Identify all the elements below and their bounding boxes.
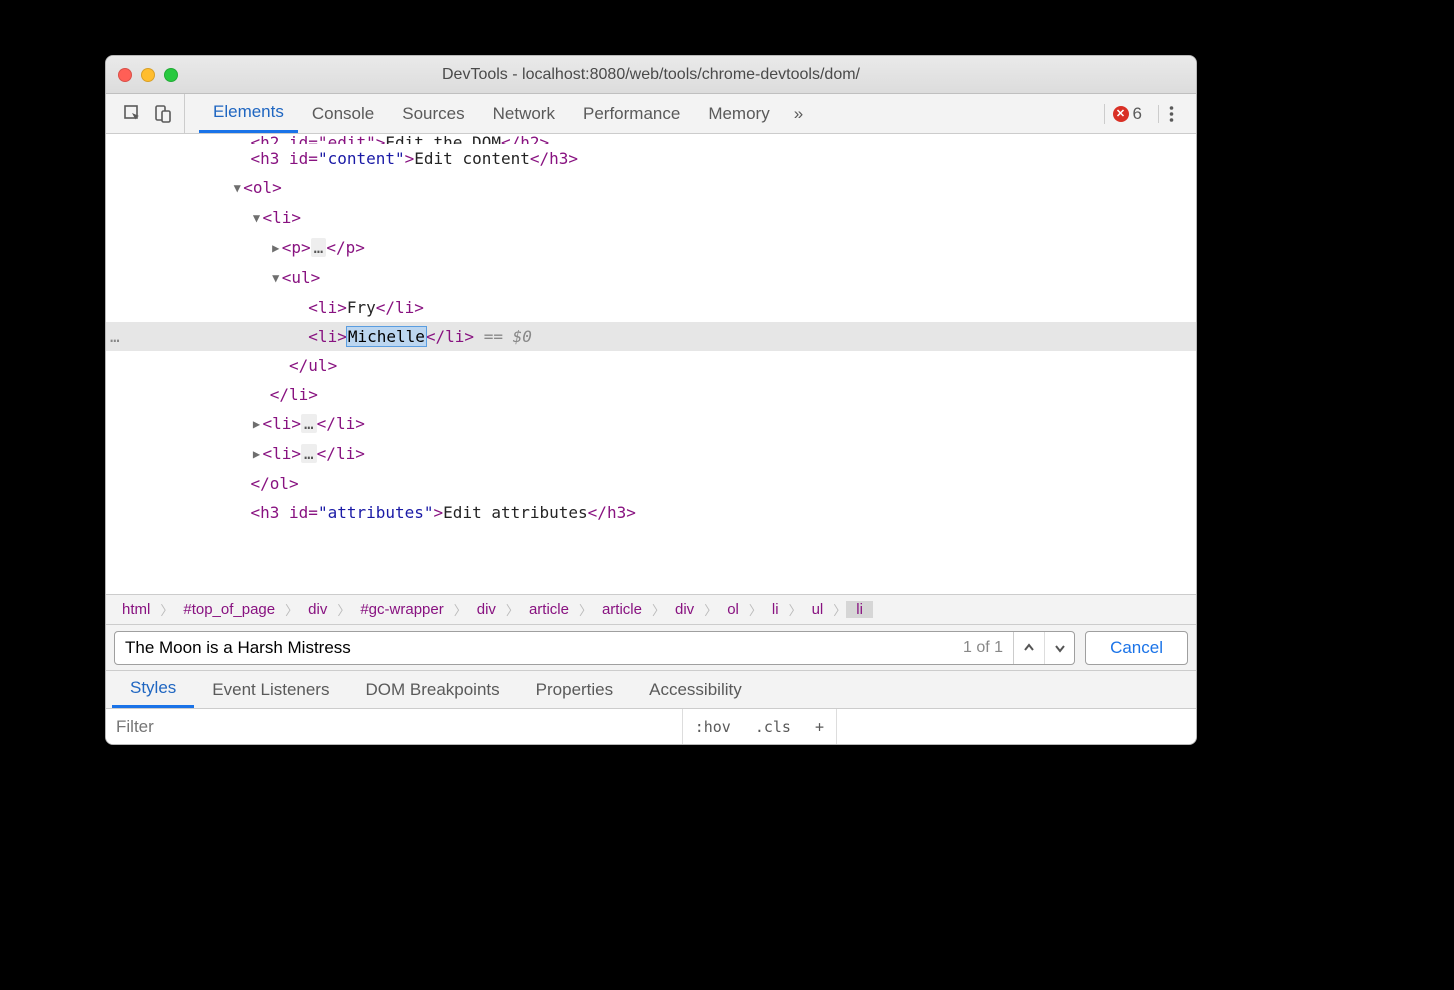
dom-node[interactable]: <h2 id="edit">Edit the DOM</h2>: [106, 134, 1196, 144]
crumb-div[interactable]: div: [467, 601, 506, 618]
collapse-icon[interactable]: ▼: [270, 264, 282, 293]
tab-console[interactable]: Console: [298, 94, 388, 133]
tab-performance[interactable]: Performance: [569, 94, 694, 133]
search-bar: 1 of 1 Cancel: [106, 624, 1196, 670]
subtab-event-listeners[interactable]: Event Listeners: [194, 671, 347, 708]
new-style-rule-button[interactable]: +: [803, 709, 836, 744]
collapse-icon[interactable]: ▼: [231, 174, 243, 203]
dom-tree-panel[interactable]: <h2 id="edit">Edit the DOM</h2> <h3 id="…: [106, 134, 1196, 594]
zoom-window-button[interactable]: [164, 68, 178, 82]
search-prev-button[interactable]: [1014, 632, 1044, 664]
cls-toggle[interactable]: .cls: [743, 709, 803, 744]
dom-node[interactable]: </ul>: [106, 351, 1196, 380]
subtab-dom-breakpoints[interactable]: DOM Breakpoints: [347, 671, 517, 708]
collapse-icon[interactable]: ▼: [251, 204, 263, 233]
search-input[interactable]: [115, 638, 953, 658]
sidebar-tabs: Styles Event Listeners DOM Breakpoints P…: [106, 670, 1196, 708]
dom-node[interactable]: </li>: [106, 380, 1196, 409]
traffic-lights: [118, 68, 178, 82]
crumb-ol[interactable]: ol: [717, 601, 749, 618]
dom-node-selected[interactable]: … <li>Michelle</li> == $0: [106, 322, 1196, 351]
search-cancel-button[interactable]: Cancel: [1085, 631, 1188, 665]
hov-toggle[interactable]: :hov: [683, 709, 743, 744]
crumb-div[interactable]: div: [298, 601, 337, 618]
dom-breadcrumbs: html〉 #top_of_page〉 div〉 #gc-wrapper〉 di…: [106, 594, 1196, 624]
dom-node[interactable]: ▼<li>: [106, 203, 1196, 233]
gutter-menu-icon[interactable]: …: [110, 322, 120, 351]
device-toolbar-icon[interactable]: [150, 101, 176, 127]
tab-sources[interactable]: Sources: [388, 94, 478, 133]
dom-node[interactable]: <li>Fry</li>: [106, 293, 1196, 322]
expand-icon[interactable]: ▶: [270, 234, 282, 263]
subtab-styles[interactable]: Styles: [112, 671, 194, 708]
dom-node[interactable]: </ol>: [106, 469, 1196, 498]
search-next-button[interactable]: [1044, 632, 1074, 664]
styles-metrics-placeholder: [836, 709, 1196, 744]
search-input-wrap: 1 of 1: [114, 631, 1075, 665]
subtab-properties[interactable]: Properties: [518, 671, 631, 708]
error-badge[interactable]: ✕ 6: [1104, 104, 1150, 124]
error-count: 6: [1133, 104, 1142, 124]
panel-tabs: Elements Console Sources Network Perform…: [185, 94, 813, 133]
styles-filter-input[interactable]: [106, 709, 682, 744]
crumb-ul[interactable]: ul: [802, 601, 834, 618]
crumb-div[interactable]: div: [665, 601, 704, 618]
dom-node[interactable]: ▼<ol>: [106, 173, 1196, 203]
devtools-window: DevTools - localhost:8080/web/tools/chro…: [105, 55, 1197, 745]
more-tabs-button[interactable]: »: [784, 104, 813, 124]
expand-icon[interactable]: ▶: [251, 440, 263, 469]
crumb-gc-wrapper[interactable]: #gc-wrapper: [350, 601, 453, 618]
crumb-html[interactable]: html: [112, 601, 160, 618]
settings-menu-button[interactable]: [1158, 105, 1184, 123]
styles-toolbar: :hov .cls +: [106, 708, 1196, 744]
subtab-accessibility[interactable]: Accessibility: [631, 671, 760, 708]
crumb-top-of-page[interactable]: #top_of_page: [173, 601, 285, 618]
inspect-element-icon[interactable]: [120, 101, 146, 127]
dom-node[interactable]: <h3 id="content">Edit content</h3>: [106, 144, 1196, 173]
dom-node[interactable]: ▶<p>…</p>: [106, 233, 1196, 263]
crumb-article[interactable]: article: [592, 601, 652, 618]
dom-node[interactable]: <h3 id="attributes">Edit attributes</h3>: [106, 498, 1196, 527]
crumb-li-active[interactable]: li: [846, 601, 873, 618]
dom-node[interactable]: ▶<li>…</li>: [106, 439, 1196, 469]
error-icon: ✕: [1113, 106, 1129, 122]
window-title: DevTools - localhost:8080/web/tools/chro…: [106, 66, 1196, 84]
main-toolbar: Elements Console Sources Network Perform…: [106, 94, 1196, 134]
expand-icon[interactable]: ▶: [251, 410, 263, 439]
tab-network[interactable]: Network: [479, 94, 569, 133]
search-result-count: 1 of 1: [953, 639, 1013, 657]
editing-text-node[interactable]: Michelle: [347, 327, 426, 346]
crumb-li[interactable]: li: [762, 601, 789, 618]
crumb-article[interactable]: article: [519, 601, 579, 618]
tab-elements[interactable]: Elements: [199, 94, 298, 133]
titlebar: DevTools - localhost:8080/web/tools/chro…: [106, 56, 1196, 94]
dom-node[interactable]: ▼<ul>: [106, 263, 1196, 293]
close-window-button[interactable]: [118, 68, 132, 82]
dom-node[interactable]: ▶<li>…</li>: [106, 409, 1196, 439]
tab-memory[interactable]: Memory: [694, 94, 783, 133]
minimize-window-button[interactable]: [141, 68, 155, 82]
